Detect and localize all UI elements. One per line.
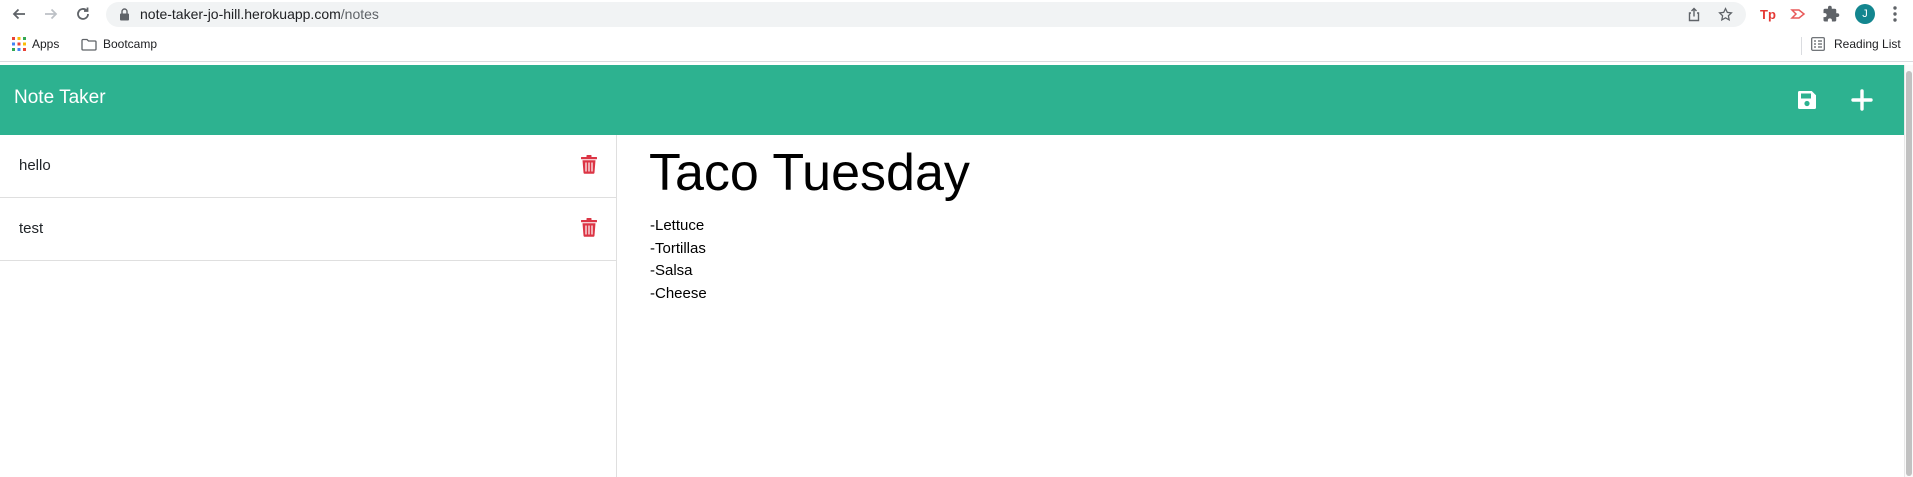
note-line: -Cheese — [650, 284, 707, 302]
trash-icon[interactable] — [581, 218, 597, 237]
trash-icon[interactable] — [581, 155, 597, 174]
url-text: note-taker-jo-hill.herokuapp.com/notes — [140, 6, 379, 22]
back-button[interactable] — [10, 5, 28, 23]
note-textarea[interactable]: -Lettuce -Tortillas -Salsa -Cheese — [650, 215, 1850, 305]
apps-grid-icon — [12, 37, 26, 51]
lock-icon — [120, 8, 129, 21]
new-note-button[interactable] — [1848, 86, 1876, 114]
page-scrollbar[interactable] — [1904, 65, 1913, 477]
bookmark-apps[interactable]: Apps — [12, 37, 59, 51]
save-icon — [1798, 91, 1816, 109]
note-line: -Tortillas — [650, 239, 706, 257]
note-line: -Lettuce — [650, 217, 705, 234]
browser-toolbar: note-taker-jo-hill.herokuapp.com/notes T… — [0, 0, 1913, 29]
url-path: /notes — [340, 6, 379, 22]
reload-button[interactable] — [74, 5, 92, 23]
url-host: note-taker-jo-hill.herokuapp.com — [140, 6, 341, 22]
share-icon[interactable] — [1687, 7, 1701, 22]
reading-list-label: Reading List — [1834, 37, 1901, 51]
note-list: hello test — [0, 135, 617, 477]
profile-avatar[interactable]: J — [1855, 4, 1875, 24]
forward-arrow-icon — [45, 8, 58, 20]
bookmarks-bar: Apps Bootcamp Reading List — [0, 29, 1913, 62]
folder-icon — [81, 38, 97, 51]
bookmark-label: Apps — [32, 37, 60, 51]
forward-button[interactable] — [42, 5, 60, 23]
list-item[interactable]: hello — [0, 135, 617, 198]
bookmarks-separator — [1801, 37, 1802, 55]
bookmark-label: Bootcamp — [103, 37, 158, 51]
svg-text:Tp: Tp — [1760, 7, 1776, 22]
note-line: -Salsa — [650, 262, 693, 279]
app-title[interactable]: Note Taker — [14, 87, 106, 109]
list-item[interactable]: test — [0, 198, 617, 261]
bookmark-star-icon[interactable] — [1718, 7, 1733, 22]
app-navbar: Note Taker — [0, 65, 1904, 135]
reading-list-button[interactable]: Reading List — [1811, 37, 1901, 51]
note-title-input[interactable]: Taco Tuesday — [649, 147, 1849, 207]
scrollbar-thumb[interactable] — [1906, 71, 1912, 476]
bookmark-bootcamp[interactable]: Bootcamp — [81, 37, 157, 51]
reading-list-icon — [1811, 37, 1825, 51]
note-editor: Taco Tuesday -Lettuce -Tortillas -Salsa … — [618, 135, 1904, 477]
note-list-title: hello — [19, 157, 51, 174]
save-note-button[interactable] — [1793, 86, 1821, 114]
plus-icon — [1851, 89, 1873, 111]
address-bar[interactable]: note-taker-jo-hill.herokuapp.com/notes — [106, 2, 1746, 27]
extensions-puzzle-icon[interactable] — [1822, 5, 1840, 28]
back-arrow-icon — [12, 8, 25, 20]
reload-icon — [77, 7, 89, 20]
extension-tp-icon[interactable]: Tp — [1759, 5, 1777, 28]
extension-arrow-icon[interactable] — [1790, 5, 1808, 28]
note-list-title: test — [19, 220, 44, 237]
browser-menu-icon[interactable] — [1893, 6, 1897, 27]
